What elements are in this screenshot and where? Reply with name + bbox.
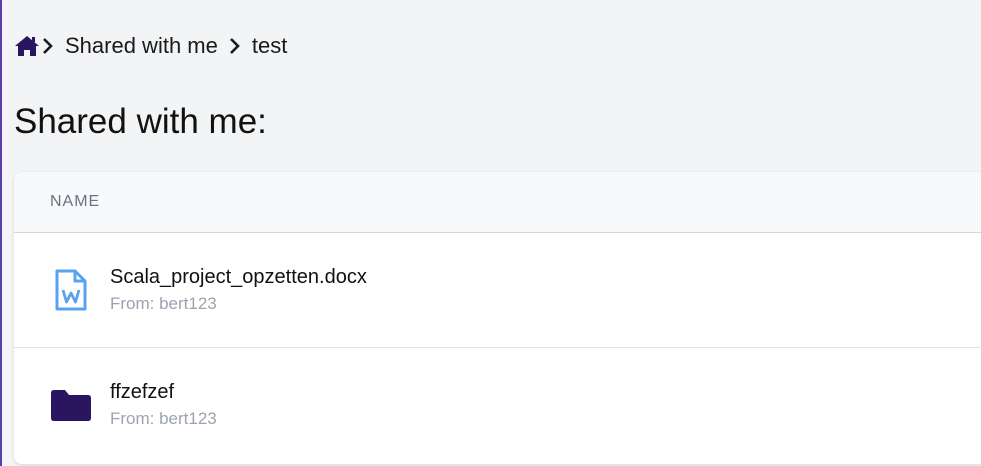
shared-by-label: From: bert123	[110, 409, 217, 428]
table-header: NAME	[14, 172, 981, 233]
word-file-icon	[49, 268, 93, 312]
column-header-name[interactable]: NAME	[50, 193, 100, 211]
chevron-right-icon	[43, 38, 53, 54]
breadcrumb-item-shared-with-me[interactable]: Shared with me	[65, 33, 218, 59]
table-row[interactable]: ffzefzef From: bert123	[14, 348, 981, 462]
breadcrumb-item-test[interactable]: test	[252, 33, 287, 59]
folder-name[interactable]: ffzefzef	[110, 381, 217, 404]
shared-by-label: From: bert123	[110, 294, 217, 313]
chevron-right-icon	[228, 37, 242, 55]
home-icon	[15, 36, 39, 56]
page-title: Shared with me:	[14, 102, 267, 141]
folder-icon	[49, 387, 93, 423]
file-name[interactable]: Scala_project_opzetten.docx	[110, 266, 367, 289]
window-left-border	[0, 0, 2, 466]
breadcrumb-home[interactable]	[14, 35, 55, 57]
shared-files-table: NAME Scala_project_opzetten.docx From: b…	[14, 172, 981, 464]
breadcrumb: Shared with me test	[14, 30, 287, 62]
table-row[interactable]: Scala_project_opzetten.docx From: bert12…	[14, 233, 981, 348]
